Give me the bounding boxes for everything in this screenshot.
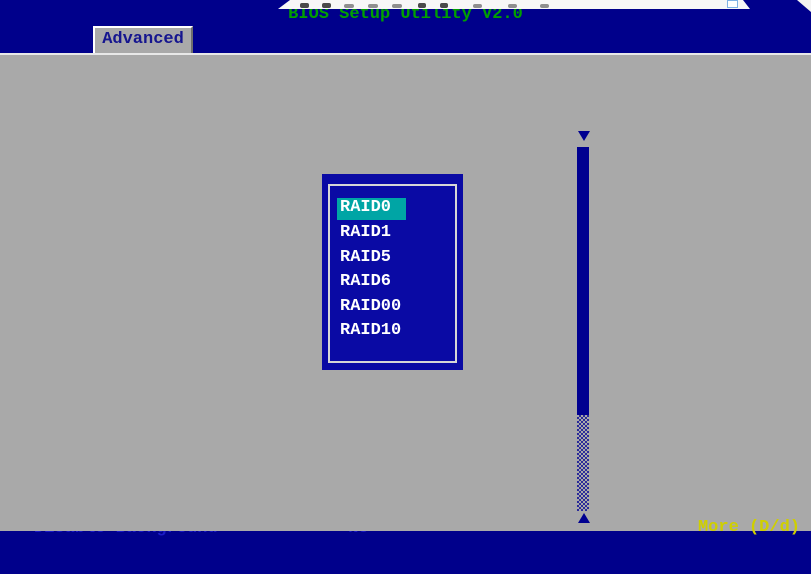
dropdown-option-raid6[interactable]: RAID6 [337,272,406,294]
scroll-down-icon[interactable] [578,131,590,141]
toolbar-icon-fragment[interactable] [392,4,402,8]
toolbar-icon-fragment[interactable] [344,4,354,8]
more-help-indicator: More (D/d) [602,518,800,537]
toolbar-icon-fragment[interactable] [473,4,482,8]
dropdown-option-raid5[interactable]: RAID5 [337,248,406,270]
dropdown-option-raid0[interactable]: RAID0 [337,198,406,220]
raid-level-dropdown: RAID0 RAID1 RAID5 RAID6 RAID00 RAID10 [322,174,463,370]
toolbar-icon-fragment[interactable] [540,4,549,8]
toolbar-button-icon[interactable] [727,0,738,8]
remote-console-toolbar [278,0,750,9]
scroll-up-icon[interactable] [578,513,590,523]
toolbar-icon-fragment[interactable] [300,3,309,8]
scrollbar-thumb[interactable] [577,147,589,415]
bios-setup-screen: { "header": { "title": "BIOS Setup Utili… [0,0,811,531]
dropdown-option-raid00[interactable]: RAID00 [337,297,406,319]
toolbar-icon-fragment[interactable] [440,3,448,8]
toolbar-icon-fragment[interactable] [368,4,378,8]
toolbar-icon-fragment[interactable] [508,4,517,8]
toolbar-icon-fragment[interactable] [418,3,426,8]
dropdown-option-raid1[interactable]: RAID1 [337,223,406,245]
tab-advanced[interactable]: Advanced [93,26,193,53]
dropdown-option-raid10[interactable]: RAID10 [337,321,406,343]
toolbar-icon-fragment[interactable] [322,3,331,8]
scrollbar-track[interactable] [577,415,589,511]
